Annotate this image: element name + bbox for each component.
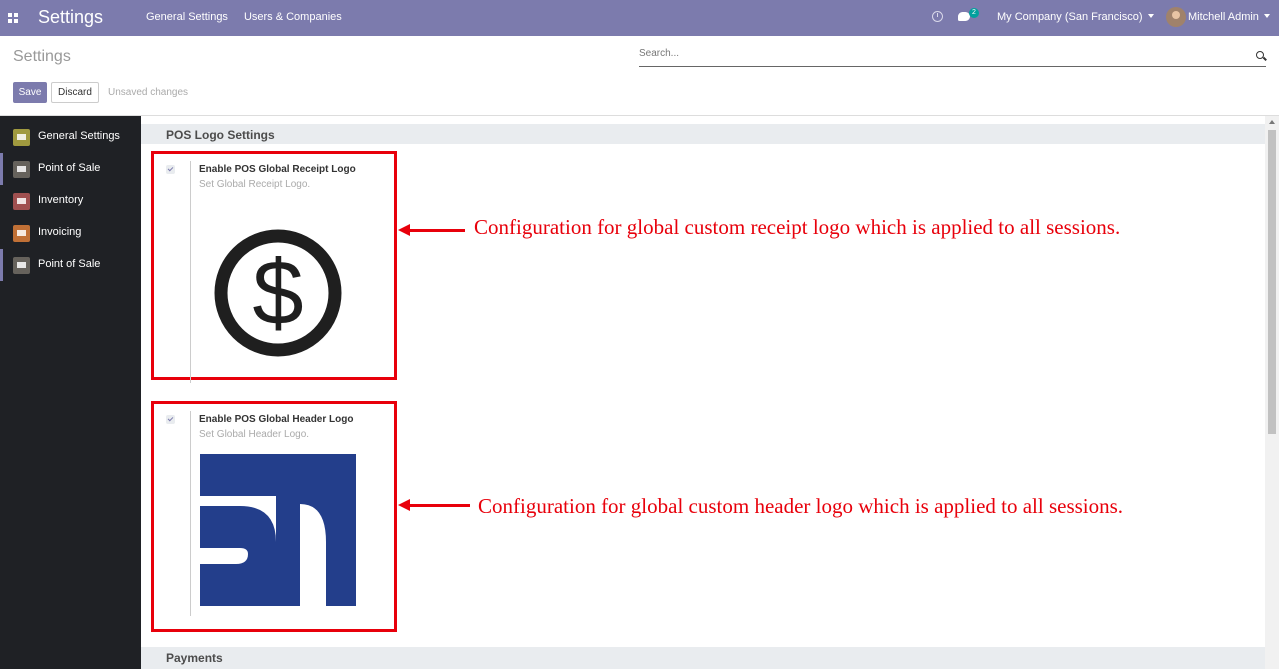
sidebar-item-inventory[interactable]: Inventory: [0, 185, 141, 217]
annotation-receipt: Configuration for global custom receipt …: [474, 215, 1121, 239]
top-menu: General Settings Users & Companies: [146, 11, 342, 23]
company-name: My Company (San Francisco): [997, 11, 1143, 23]
header-logo-setting: Enable POS Global Header Logo Set Global…: [151, 401, 397, 632]
sidebar-item-label: General Settings: [38, 130, 120, 142]
section-title: Payments: [166, 651, 223, 665]
sidebar-item-point-of-sale-2[interactable]: Point of Sale: [0, 249, 141, 281]
avatar[interactable]: [1166, 7, 1186, 27]
sidebar-item-label: Inventory: [38, 194, 84, 206]
divider: [190, 161, 191, 383]
company-switcher[interactable]: My Company (San Francisco): [997, 11, 1154, 23]
active-indicator: [0, 153, 3, 185]
unsaved-status: Unsaved changes: [108, 87, 189, 98]
search-icon[interactable]: [1256, 51, 1264, 59]
store-icon: [13, 257, 30, 274]
annotation-header: Configuration for global custom header l…: [478, 494, 1124, 518]
page-title: Settings: [13, 48, 71, 65]
app-title[interactable]: Settings: [38, 7, 103, 28]
scrollbar[interactable]: [1265, 116, 1279, 669]
boxes-icon: [13, 193, 30, 210]
sidebar-item-label: Point of Sale: [38, 258, 101, 270]
scroll-thumb[interactable]: [1268, 130, 1276, 434]
setting-title: Enable POS Global Receipt Logo: [199, 164, 356, 175]
search-bar: [639, 46, 1266, 67]
save-button[interactable]: Save: [13, 82, 47, 103]
scroll-up-icon[interactable]: [1269, 120, 1275, 124]
menu-general-settings[interactable]: General Settings: [146, 11, 228, 23]
chevron-down-icon: [1147, 14, 1154, 18]
header-logo-checkbox[interactable]: [166, 415, 175, 424]
dollar-coin-logo[interactable]: $: [213, 228, 343, 358]
messages-count-badge: 2: [969, 8, 979, 18]
discard-button[interactable]: Discard: [51, 82, 99, 103]
section-title: POS Logo Settings: [166, 128, 275, 142]
search-input[interactable]: [639, 48, 1239, 59]
active-indicator: [0, 249, 3, 281]
top-navbar: Settings General Settings Users & Compan…: [0, 0, 1279, 36]
sh-monogram-logo[interactable]: [200, 454, 356, 606]
sidebar-item-invoicing[interactable]: Invoicing: [0, 217, 141, 249]
store-icon: [13, 161, 30, 178]
section-header-pos-logo: POS Logo Settings: [141, 124, 1265, 144]
setting-description: Set Global Receipt Logo.: [199, 179, 311, 190]
chevron-down-icon: [1263, 14, 1270, 18]
menu-users-companies[interactable]: Users & Companies: [244, 11, 342, 23]
activity-clock-icon[interactable]: [932, 11, 943, 22]
receipt-logo-setting: Enable POS Global Receipt Logo Set Globa…: [151, 151, 397, 383]
settings-sidebar: General Settings Point of Sale Inventory…: [0, 116, 141, 669]
annotation-arrow-receipt: [398, 224, 465, 236]
user-menu[interactable]: Mitchell Admin: [1188, 11, 1270, 23]
section-header-payments: Payments: [141, 647, 1265, 669]
setting-description: Set Global Header Logo.: [199, 429, 310, 440]
invoice-icon: [13, 225, 30, 242]
user-name: Mitchell Admin: [1188, 11, 1259, 23]
setting-title: Enable POS Global Header Logo: [199, 414, 354, 425]
receipt-logo-checkbox[interactable]: [166, 165, 175, 174]
sidebar-item-general-settings[interactable]: General Settings: [0, 121, 141, 153]
annotation-arrow-header: [398, 499, 470, 511]
sidebar-item-label: Point of Sale: [38, 162, 101, 174]
divider: [190, 411, 191, 616]
apps-menu-icon[interactable]: [8, 13, 18, 23]
sidebar-item-label: Invoicing: [38, 226, 82, 238]
sidebar-item-point-of-sale[interactable]: Point of Sale: [0, 153, 141, 185]
gear-icon: [13, 129, 30, 146]
svg-text:$: $: [252, 242, 303, 344]
settings-content: POS Logo Settings Enable POS Global Rece…: [141, 116, 1279, 669]
